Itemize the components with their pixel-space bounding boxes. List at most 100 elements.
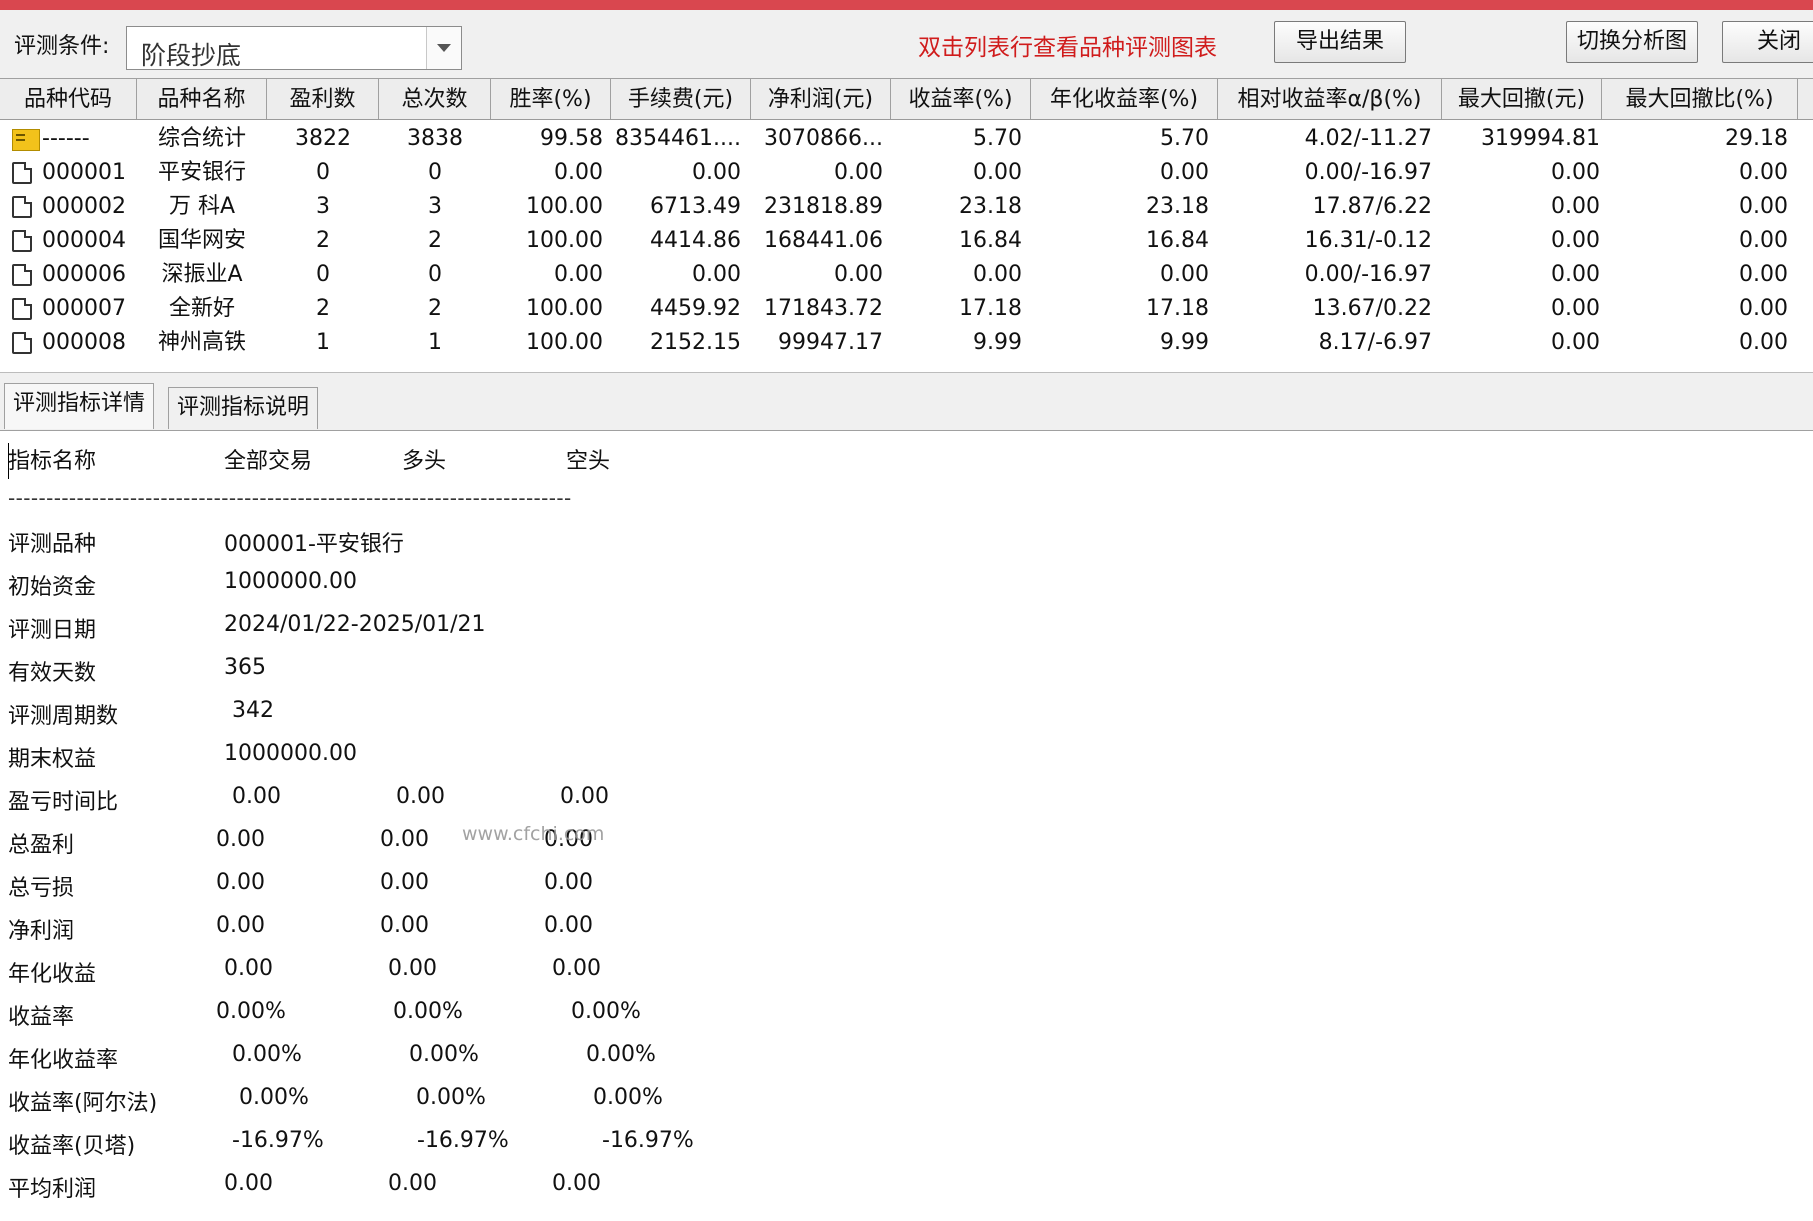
cell-net: 168441.06 (764, 228, 883, 253)
info-label: 评测品种 (8, 532, 97, 557)
metric-all: 0.00 (216, 913, 265, 938)
details-header-all: 全部交易 (224, 449, 313, 474)
dropdown-button[interactable] (426, 27, 461, 69)
col-header-return[interactable]: 收益率(%) (891, 79, 1031, 119)
cell-max-drawdown: 319994.81 (1481, 126, 1600, 151)
cell-annual-return: 16.84 (1146, 228, 1209, 253)
cell-fee: 8354461.... (615, 126, 741, 151)
cell-code: 000006 (42, 262, 126, 287)
cell-fee: 0.00 (692, 262, 741, 287)
metric-label: 收益率(贝塔) (8, 1134, 136, 1159)
cell-max-drawdown-ratio: 0.00 (1739, 330, 1788, 355)
cell-fee: 4414.86 (650, 228, 741, 253)
switch-chart-button[interactable]: 切换分析图 (1566, 21, 1698, 63)
cell-relative-return: 0.00/-16.97 (1304, 160, 1432, 185)
cell-fee: 0.00 (692, 160, 741, 185)
table-row[interactable]: 000006 深振业A 0 0 0.00 0.00 0.00 0.00 0.00… (0, 257, 1813, 291)
close-button[interactable]: 关闭 (1722, 21, 1813, 63)
metric-short: 0.00 (544, 870, 593, 895)
metric-long: -16.97% (417, 1128, 509, 1153)
col-header-name[interactable]: 品种名称 (137, 79, 267, 119)
cell-total: 1 (428, 330, 442, 355)
info-value: 1000000.00 (224, 741, 357, 766)
cell-max-drawdown-ratio: 0.00 (1739, 160, 1788, 185)
cell-profit-count: 0 (316, 262, 330, 287)
table-row[interactable]: 000008 神州高铁 1 1 100.00 2152.15 99947.17 … (0, 325, 1813, 359)
cell-annual-return: 9.99 (1160, 330, 1209, 355)
details-panel[interactable]: 指标名称 全部交易 多头 空头 ------------------------… (0, 430, 1813, 1221)
cell-net: 171843.72 (764, 296, 883, 321)
metric-short: 0.00 (552, 956, 601, 981)
metric-short: 0.00 (560, 784, 609, 809)
metric-long: 0.00 (388, 956, 437, 981)
export-button[interactable]: 导出结果 (1274, 21, 1406, 63)
cell-win-rate: 99.58 (540, 126, 603, 151)
cell-name: 综合统计 (157, 126, 246, 151)
table-row[interactable]: 000002 万 科A 3 3 100.00 6713.49 231818.89… (0, 189, 1813, 223)
cell-annual-return: 23.18 (1146, 194, 1209, 219)
condition-label: 评测条件: (14, 34, 110, 59)
info-value: 000001-平安银行 (224, 532, 404, 557)
hint-text: 双击列表行查看品种评测图表 (918, 35, 1217, 61)
cell-max-drawdown: 0.00 (1551, 160, 1600, 185)
cell-max-drawdown-ratio: 0.00 (1739, 194, 1788, 219)
cell-name: 平安银行 (157, 160, 246, 185)
cell-win-rate: 100.00 (526, 330, 603, 355)
col-header-profit-count[interactable]: 盈利数 (267, 79, 379, 119)
cell-total: 0 (428, 160, 442, 185)
metric-all: 0.00% (232, 1042, 302, 1067)
results-table: 品种代码 品种名称 盈利数 总次数 胜率(%) 手续费(元) 净利润(元) 收益… (0, 78, 1813, 373)
document-icon (12, 162, 32, 184)
cell-relative-return: 8.17/-6.97 (1318, 330, 1432, 355)
cell-max-drawdown-ratio: 0.00 (1739, 296, 1788, 321)
col-header-max-drawdown-ratio[interactable]: 最大回撤比(%) (1602, 79, 1798, 119)
tab-description[interactable]: 评测指标说明 (168, 387, 319, 429)
condition-select-value: 阶段抄底 (141, 41, 242, 70)
col-header-code[interactable]: 品种代码 (0, 79, 137, 119)
col-header-win-rate[interactable]: 胜率(%) (491, 79, 611, 119)
col-header-fee[interactable]: 手续费(元) (611, 79, 751, 119)
table-row[interactable]: 000001 平安银行 0 0 0.00 0.00 0.00 0.00 0.00… (0, 155, 1813, 189)
cell-profit-count: 0 (316, 160, 330, 185)
cell-return: 9.99 (973, 330, 1022, 355)
col-header-total[interactable]: 总次数 (379, 79, 491, 119)
table-row[interactable]: 000004 国华网安 2 2 100.00 4414.86 168441.06… (0, 223, 1813, 257)
info-label: 初始资金 (8, 575, 97, 600)
col-header-annual-return[interactable]: 年化收益率(%) (1031, 79, 1218, 119)
document-icon (12, 196, 32, 218)
cell-total: 3838 (407, 126, 463, 151)
tab-details[interactable]: 评测指标详情 (4, 383, 155, 429)
metric-all: 0.00% (216, 999, 286, 1024)
info-value: 342 (232, 698, 274, 723)
cell-annual-return: 0.00 (1160, 160, 1209, 185)
metric-label: 净利润 (8, 919, 75, 944)
info-label: 有效天数 (8, 661, 97, 686)
metric-all: 0.00 (232, 784, 281, 809)
cell-fee: 2152.15 (650, 330, 741, 355)
cell-relative-return: 0.00/-16.97 (1304, 262, 1432, 287)
cell-return: 23.18 (959, 194, 1022, 219)
condition-select[interactable]: 阶段抄底 (126, 26, 462, 70)
info-value: 1000000.00 (224, 569, 357, 594)
cell-win-rate: 0.00 (554, 160, 603, 185)
cell-code: 000007 (42, 296, 126, 321)
table-row[interactable]: 000007 全新好 2 2 100.00 4459.92 171843.72 … (0, 291, 1813, 325)
cell-return: 16.84 (959, 228, 1022, 253)
cell-total: 2 (428, 296, 442, 321)
details-header-name: 指标名称 (8, 449, 97, 474)
cell-profit-count: 3 (316, 194, 330, 219)
cell-code: 000002 (42, 194, 126, 219)
cell-max-drawdown-ratio: 29.18 (1725, 126, 1788, 151)
cell-code: 000001 (42, 160, 126, 185)
cell-max-drawdown-ratio: 0.00 (1739, 262, 1788, 287)
cell-win-rate: 0.00 (554, 262, 603, 287)
col-header-max-drawdown[interactable]: 最大回撤(元) (1442, 79, 1602, 119)
metric-short: 0.00% (571, 999, 641, 1024)
cell-net: 99947.17 (778, 330, 883, 355)
cell-name: 万 科A (168, 194, 236, 219)
table-row[interactable]: ------ 综合统计 3822 3838 99.58 8354461.... … (0, 121, 1813, 155)
cell-return: 17.18 (959, 296, 1022, 321)
col-header-net[interactable]: 净利润(元) (751, 79, 891, 119)
metric-long: 0.00 (380, 870, 429, 895)
col-header-relative-return[interactable]: 相对收益率α/β(%) (1218, 79, 1442, 119)
